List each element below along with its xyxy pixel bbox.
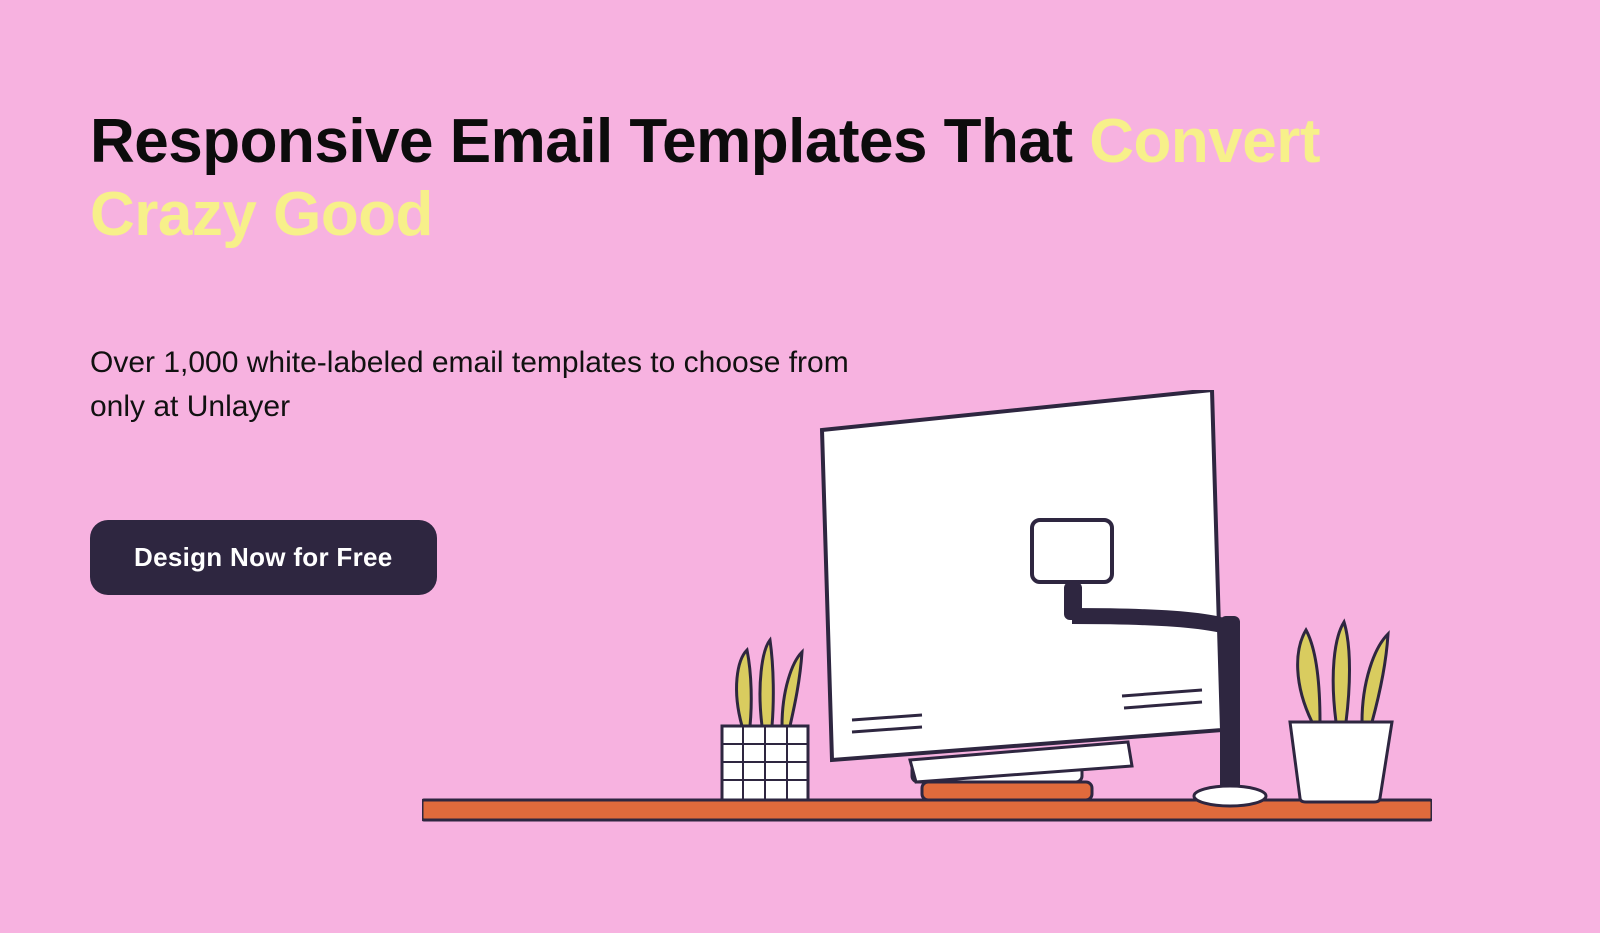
subheadline: Over 1,000 white-labeled email templates… [90,341,850,428]
headline: Responsive Email Templates That Convert … [90,105,1440,251]
design-now-button[interactable]: Design Now for Free [90,520,437,595]
plant-left-icon [722,640,808,800]
plant-right-icon [1290,622,1392,802]
headline-plain: Responsive Email Templates That [90,107,1089,176]
hero-section: Responsive Email Templates That Convert … [90,105,1440,595]
